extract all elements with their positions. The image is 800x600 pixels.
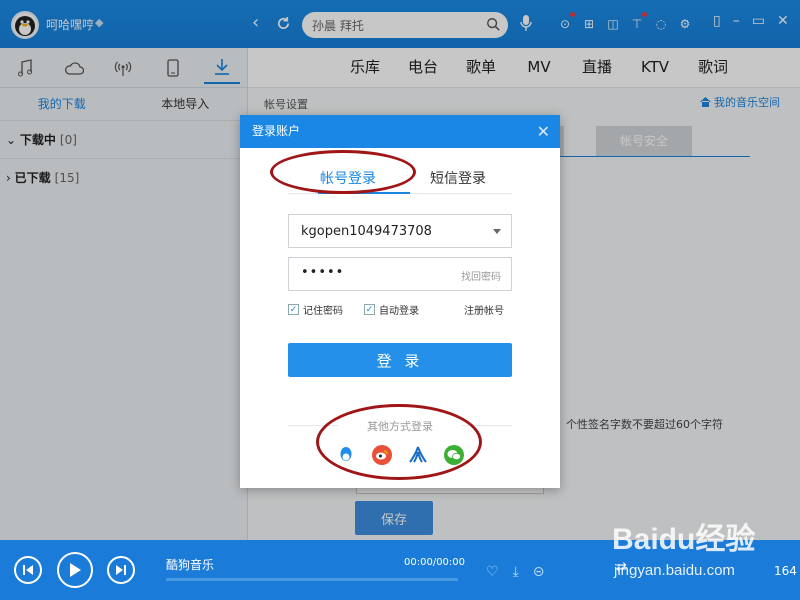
forgot-password-link[interactable]: 找回密码 bbox=[461, 268, 501, 283]
progress-bar[interactable] bbox=[166, 578, 458, 581]
chevron-down-icon[interactable] bbox=[493, 229, 501, 234]
close-icon[interactable]: ✕ bbox=[537, 115, 550, 148]
previous-button[interactable] bbox=[14, 556, 42, 584]
weibo-icon[interactable] bbox=[372, 445, 392, 465]
qq-icon[interactable] bbox=[336, 445, 356, 465]
more-icon[interactable]: ⊝ bbox=[533, 564, 545, 580]
play-icon bbox=[70, 563, 81, 577]
dialog-header: 登录账户 ✕ bbox=[240, 115, 560, 148]
tab-account-login[interactable]: 帐号登录 bbox=[320, 168, 376, 188]
dialog-title: 登录账户 bbox=[252, 124, 301, 138]
download-icon[interactable]: ⤓ bbox=[513, 564, 519, 580]
remember-password-checkbox[interactable]: ✓ 记住密码 bbox=[288, 302, 343, 317]
login-button[interactable]: 登 录 bbox=[288, 343, 512, 377]
heart-icon[interactable]: ♡ bbox=[486, 564, 499, 580]
username-field[interactable]: kgopen1049473708 bbox=[288, 214, 512, 248]
password-field[interactable]: ••••• 找回密码 bbox=[288, 257, 512, 291]
login-dialog: 登录账户 ✕ 帐号登录 短信登录 kgopen1049473708 ••••• … bbox=[240, 115, 560, 488]
watermark-url: jingyan.baidu.com bbox=[614, 562, 735, 579]
playlist-count[interactable]: 164 bbox=[774, 564, 797, 578]
checkmark-icon: ✓ bbox=[288, 304, 299, 315]
tab-sms-login[interactable]: 短信登录 bbox=[430, 168, 486, 188]
wechat-icon[interactable] bbox=[444, 445, 464, 465]
player-icons: ♡ ⤓ ⊝ bbox=[486, 564, 545, 580]
next-button[interactable] bbox=[107, 556, 135, 584]
login-tabs: 帐号登录 短信登录 bbox=[288, 160, 512, 194]
auto-login-checkbox[interactable]: ✓ 自动登录 bbox=[364, 302, 419, 317]
play-time: 00:00/00:00 bbox=[404, 557, 466, 568]
register-link[interactable]: 注册帐号 bbox=[464, 302, 504, 317]
auto-login-label: 自动登录 bbox=[379, 306, 419, 317]
play-button[interactable] bbox=[57, 552, 93, 588]
watermark-brand: Baidu经验 bbox=[612, 523, 756, 556]
username-value: kgopen1049473708 bbox=[301, 224, 432, 239]
password-value: ••••• bbox=[301, 265, 345, 280]
other-login-label: 其他方式登录 bbox=[288, 418, 512, 434]
previous-icon bbox=[23, 565, 33, 575]
next-icon bbox=[116, 565, 126, 575]
baidu-watermark: Baidu经验 bbox=[612, 514, 755, 558]
renren-icon[interactable] bbox=[408, 445, 428, 465]
checkmark-icon: ✓ bbox=[364, 304, 375, 315]
song-title: 酷狗音乐 bbox=[166, 558, 215, 572]
remember-label: 记住密码 bbox=[303, 306, 343, 317]
active-tab-line bbox=[318, 192, 410, 194]
